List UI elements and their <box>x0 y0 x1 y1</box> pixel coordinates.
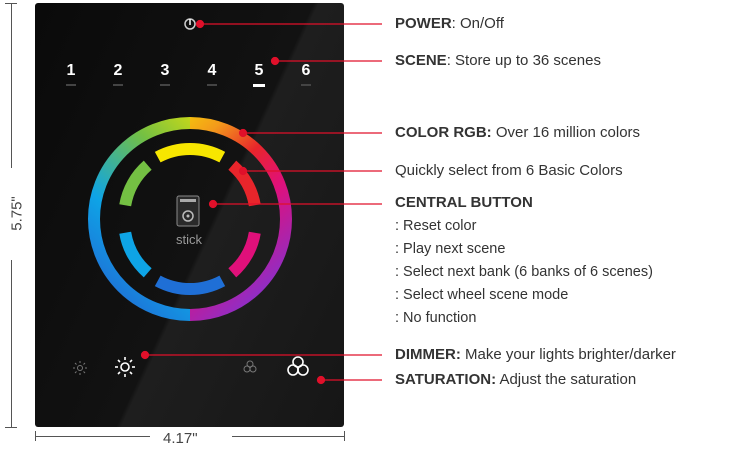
central-button-item-4: : Select wheel scene mode <box>395 287 569 303</box>
basic-color-blue-button[interactable] <box>154 275 226 296</box>
saturation-callout: SATURATION: Adjust the saturation <box>395 371 636 388</box>
central-button[interactable] <box>176 195 200 227</box>
scene-callout-title: SCENE <box>395 52 447 69</box>
saturation-down-icon[interactable] <box>243 360 257 373</box>
power-callout: POWER: On/Off <box>395 15 504 32</box>
dimmer-up-icon[interactable] <box>115 357 135 377</box>
central-button-callout: CENTRAL BUTTON <box>395 194 533 211</box>
dimmer-callout-title: DIMMER: <box>395 346 461 363</box>
basic-colors-callout-text: Quickly select from 6 Basic Colors <box>395 162 623 179</box>
saturation-up-icon[interactable] <box>287 356 309 376</box>
power-callout-title: POWER <box>395 15 452 32</box>
scene-callout-text: : Store up to 36 scenes <box>446 52 601 69</box>
basic-color-green-button[interactable] <box>119 160 152 207</box>
dimmer-callout: DIMMER: Make your lights brighter/darker <box>395 346 676 363</box>
color-rgb-callout-title: COLOR RGB: <box>395 124 492 141</box>
basic-color-yellow-button[interactable] <box>154 142 226 163</box>
basic-color-magenta-button[interactable] <box>228 231 261 278</box>
central-button-item-5: : No function <box>395 310 477 326</box>
stick-logo: stick <box>176 232 203 247</box>
power-icon[interactable] <box>184 18 196 30</box>
saturation-callout-title: SATURATION: <box>395 371 497 388</box>
dimmer-callout-text: Make your lights brighter/darker <box>460 346 676 363</box>
central-button-item-2: : Play next scene <box>395 241 506 257</box>
color-rgb-callout: COLOR RGB: Over 16 million colors <box>395 124 640 141</box>
color-rgb-callout-text: Over 16 million colors <box>491 124 641 141</box>
central-button-item-1: : Reset color <box>395 218 477 234</box>
scene-callout: SCENE: Store up to 36 scenes <box>395 52 601 69</box>
dimmer-down-icon[interactable] <box>73 361 87 375</box>
central-button-callout-title: CENTRAL BUTTON <box>395 194 533 211</box>
central-button-item-3: : Select next bank (6 banks of 6 scenes) <box>395 264 653 280</box>
saturation-callout-text: Adjust the saturation <box>496 371 637 388</box>
power-callout-text: : On/Off <box>451 15 504 32</box>
basic-color-cyan-button[interactable] <box>119 231 152 278</box>
basic-colors-callout: Quickly select from 6 Basic Colors <box>395 162 623 179</box>
